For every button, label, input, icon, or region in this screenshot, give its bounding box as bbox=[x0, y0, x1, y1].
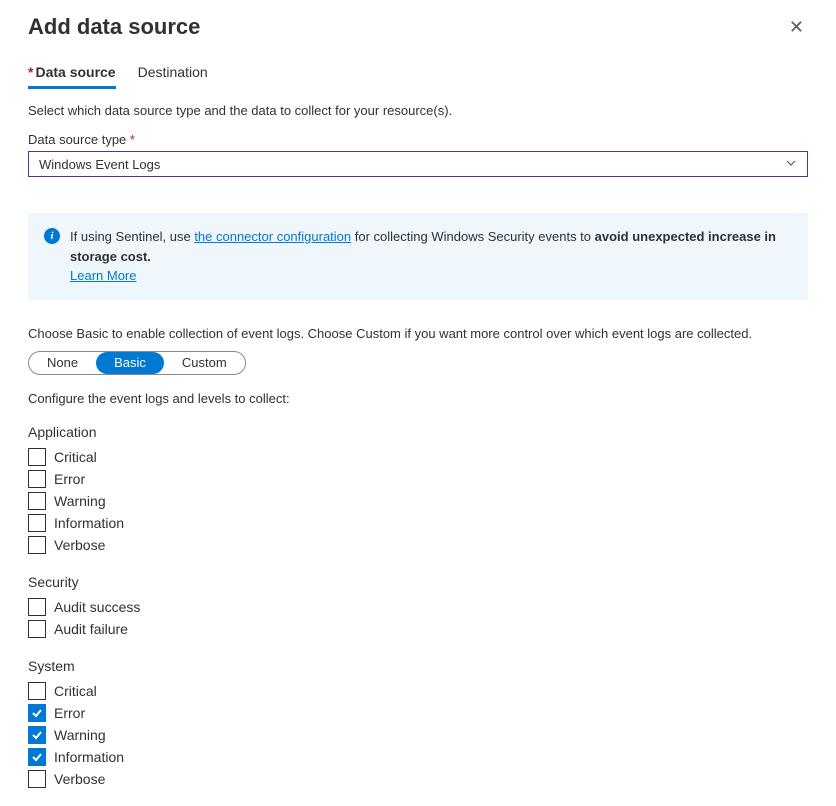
checkbox-row[interactable]: Information bbox=[28, 746, 808, 768]
checkbox[interactable] bbox=[28, 726, 46, 744]
connector-config-link[interactable]: the connector configuration bbox=[194, 229, 351, 244]
checkbox-label: Information bbox=[54, 749, 124, 765]
checkbox-row[interactable]: Error bbox=[28, 702, 808, 724]
checkbox-row[interactable]: Warning bbox=[28, 724, 808, 746]
checkbox-label: Error bbox=[54, 705, 85, 721]
section-title-application: Application bbox=[28, 424, 808, 440]
info-box: i If using Sentinel, use the connector c… bbox=[28, 213, 808, 300]
mode-description: Choose Basic to enable collection of eve… bbox=[28, 326, 808, 341]
checkbox[interactable] bbox=[28, 598, 46, 616]
checkbox-label: Verbose bbox=[54, 771, 105, 787]
checkbox[interactable] bbox=[28, 470, 46, 488]
checkbox[interactable] bbox=[28, 704, 46, 722]
close-button[interactable]: ✕ bbox=[785, 14, 808, 40]
tab-destination[interactable]: Destination bbox=[138, 64, 208, 89]
mode-toggle: NoneBasicCustom bbox=[28, 351, 246, 375]
checkbox-label: Warning bbox=[54, 493, 106, 509]
checkbox-row[interactable]: Information bbox=[28, 512, 808, 534]
checkbox[interactable] bbox=[28, 536, 46, 554]
checkbox-label: Error bbox=[54, 471, 85, 487]
checkbox-row[interactable]: Audit failure bbox=[28, 618, 808, 640]
page-title: Add data source bbox=[28, 14, 200, 40]
section-title-system: System bbox=[28, 658, 808, 674]
checkbox-row[interactable]: Verbose bbox=[28, 768, 808, 790]
tab-bar: *Data source Destination bbox=[28, 64, 808, 89]
info-text: If using Sentinel, use the connector con… bbox=[70, 227, 792, 286]
checkbox-row[interactable]: Critical bbox=[28, 680, 808, 702]
checkbox[interactable] bbox=[28, 448, 46, 466]
data-source-type-dropdown[interactable]: Windows Event Logs bbox=[28, 151, 808, 177]
tab-label: Destination bbox=[138, 64, 208, 80]
chevron-down-icon bbox=[785, 157, 797, 172]
checkbox[interactable] bbox=[28, 748, 46, 766]
configure-text: Configure the event logs and levels to c… bbox=[28, 391, 808, 406]
checkbox[interactable] bbox=[28, 682, 46, 700]
mode-none[interactable]: None bbox=[29, 352, 96, 374]
checkbox-row[interactable]: Verbose bbox=[28, 534, 808, 556]
description-text: Select which data source type and the da… bbox=[28, 103, 808, 118]
required-marker: * bbox=[28, 64, 33, 80]
checkbox-label: Verbose bbox=[54, 537, 105, 553]
checkbox-label: Audit success bbox=[54, 599, 140, 615]
dropdown-value: Windows Event Logs bbox=[39, 157, 160, 172]
checkbox-row[interactable]: Critical bbox=[28, 446, 808, 468]
close-icon: ✕ bbox=[789, 17, 804, 37]
tab-label: Data source bbox=[35, 64, 115, 80]
checkbox[interactable] bbox=[28, 514, 46, 532]
checkbox-label: Warning bbox=[54, 727, 106, 743]
checkbox-label: Information bbox=[54, 515, 124, 531]
mode-basic[interactable]: Basic bbox=[96, 352, 164, 374]
info-icon: i bbox=[44, 228, 60, 244]
checkbox-label: Critical bbox=[54, 683, 97, 699]
checkbox-label: Audit failure bbox=[54, 621, 128, 637]
mode-custom[interactable]: Custom bbox=[164, 352, 245, 374]
tab-data-source[interactable]: *Data source bbox=[28, 64, 116, 89]
checkbox-row[interactable]: Audit success bbox=[28, 596, 808, 618]
checkbox-row[interactable]: Warning bbox=[28, 490, 808, 512]
checkbox-row[interactable]: Error bbox=[28, 468, 808, 490]
checkbox[interactable] bbox=[28, 770, 46, 788]
section-title-security: Security bbox=[28, 574, 808, 590]
dropdown-label: Data source type * bbox=[28, 132, 808, 147]
learn-more-link[interactable]: Learn More bbox=[70, 268, 136, 283]
checkbox-label: Critical bbox=[54, 449, 97, 465]
checkbox[interactable] bbox=[28, 620, 46, 638]
checkbox[interactable] bbox=[28, 492, 46, 510]
